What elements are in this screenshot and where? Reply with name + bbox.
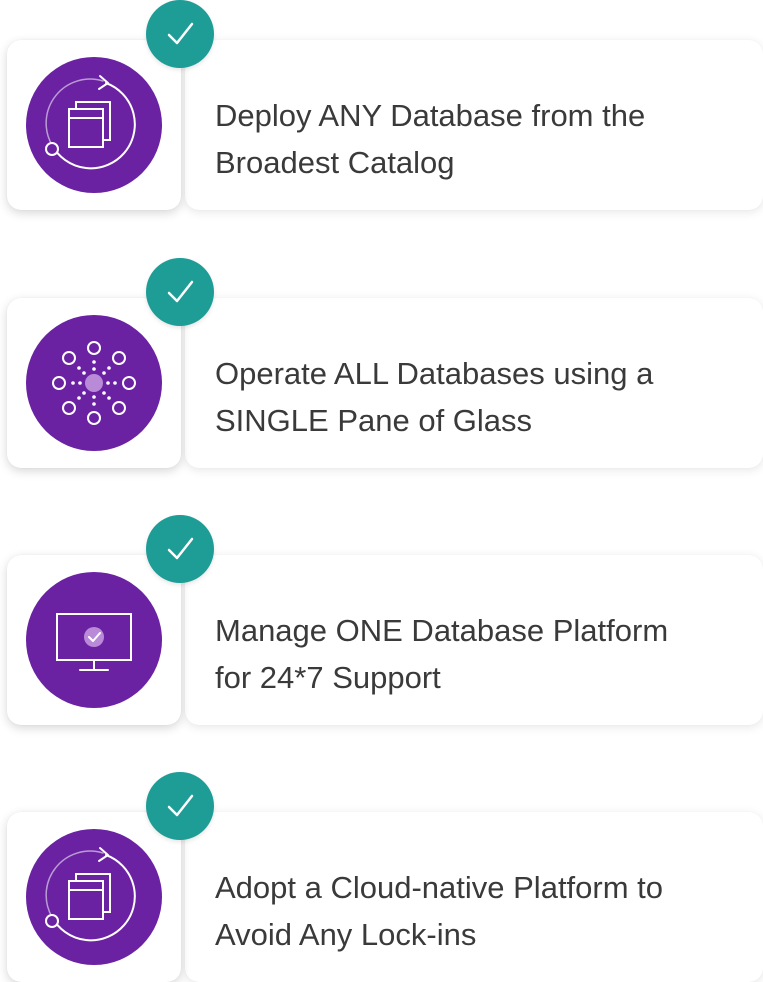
- feature-text: Manage ONE Database Platform for 24*7 Su…: [215, 613, 669, 695]
- feature-row-adopt: Adopt a Cloud-native Platform to Avoid A…: [0, 772, 763, 982]
- checkmark-icon: [146, 515, 214, 583]
- monitor-check-icon: [26, 572, 162, 708]
- feature-card: Manage ONE Database Platform for 24*7 Su…: [185, 555, 763, 725]
- feature-card: Adopt a Cloud-native Platform to Avoid A…: [185, 812, 763, 982]
- checkmark-icon: [146, 0, 214, 68]
- feature-text: Operate ALL Databases using a SINGLE Pan…: [215, 356, 654, 438]
- feature-card: Operate ALL Databases using a SINGLE Pan…: [185, 298, 763, 468]
- deploy-cycle-icon: [26, 57, 162, 193]
- feature-row-deploy: Deploy ANY Database from the Broadest Ca…: [0, 0, 763, 210]
- feature-card: Deploy ANY Database from the Broadest Ca…: [185, 40, 763, 210]
- feature-text: Deploy ANY Database from the Broadest Ca…: [215, 98, 646, 180]
- hub-network-icon: [26, 315, 162, 451]
- checkmark-icon: [146, 772, 214, 840]
- feature-row-operate: Operate ALL Databases using a SINGLE Pan…: [0, 258, 763, 468]
- checkmark-icon: [146, 258, 214, 326]
- feature-text: Adopt a Cloud-native Platform to Avoid A…: [215, 870, 664, 952]
- feature-row-manage: Manage ONE Database Platform for 24*7 Su…: [0, 515, 763, 725]
- deploy-cycle-icon: [26, 829, 162, 965]
